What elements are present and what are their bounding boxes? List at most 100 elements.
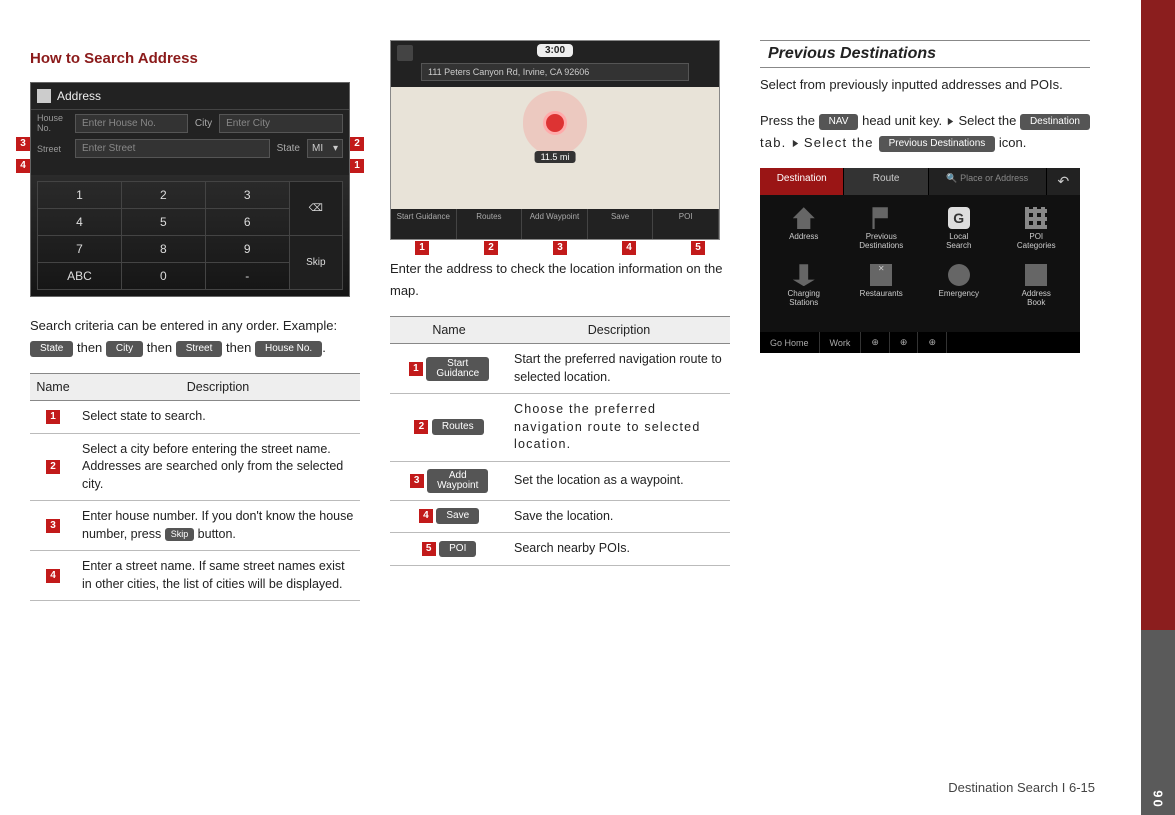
row4-num: 4 xyxy=(46,569,60,583)
home-icon xyxy=(793,207,815,229)
key-2[interactable]: 2 xyxy=(121,182,205,209)
city-input[interactable]: Enter City xyxy=(219,114,343,133)
page-footer: Destination Search I 6-15 xyxy=(948,780,1095,795)
map-address-bar: 111 Peters Canyon Rd, Irvine, CA 92606 xyxy=(421,63,689,81)
m-row5-btn: POI xyxy=(439,541,476,557)
row1-desc: Select state to search. xyxy=(76,401,360,434)
row4-desc: Enter a street name. If same street name… xyxy=(76,551,360,601)
row3-num: 3 xyxy=(46,519,60,533)
bottom-go-home[interactable]: Go Home xyxy=(760,332,820,353)
how-to-search-heading: How to Search Address xyxy=(30,50,360,67)
m-row1-num: 1 xyxy=(409,362,423,376)
row2-desc: Select a city before entering the street… xyxy=(76,433,360,501)
home-icon xyxy=(37,89,51,103)
col1-th-desc: Description xyxy=(76,374,360,401)
destination-tab-button: Destination xyxy=(1020,114,1090,130)
grid-restaurants[interactable]: ✕Restaurants xyxy=(844,258,920,313)
key-0[interactable]: 0 xyxy=(121,263,205,290)
grid-local[interactable]: GLocal Search xyxy=(921,201,997,256)
key-7[interactable]: 7 xyxy=(38,236,122,263)
map-btn-save[interactable]: Save xyxy=(588,209,654,239)
clock-display: 3:00 xyxy=(537,44,573,57)
key-skip[interactable]: Skip xyxy=(289,236,342,290)
callout-3: 3 xyxy=(16,137,30,151)
map-callout-1: 1 xyxy=(415,241,429,255)
map-preview-screenshot: 3:00 111 Peters Canyon Rd, Irvine, CA 92… xyxy=(390,40,720,240)
map-btn-poi[interactable]: POI xyxy=(653,209,719,239)
m-row4-num: 4 xyxy=(419,509,433,523)
grid-previous[interactable]: Previous Destinations xyxy=(844,201,920,256)
m-row2-btn: Routes xyxy=(432,419,484,435)
key-9[interactable]: 9 xyxy=(205,236,289,263)
key-5[interactable]: 5 xyxy=(121,209,205,236)
col2-th-desc: Description xyxy=(508,317,730,344)
street-input[interactable]: Enter Street xyxy=(75,139,270,158)
key-abc[interactable]: ABC xyxy=(38,263,122,290)
street-label: Street xyxy=(37,144,71,154)
m-row5-desc: Search nearby POIs. xyxy=(508,533,730,566)
grid-icon xyxy=(1025,207,1047,229)
back-button[interactable]: ↶ xyxy=(1047,168,1080,195)
skip-button-ref: Skip xyxy=(165,528,195,541)
map-btn-waypoint[interactable]: Add Waypoint xyxy=(522,209,588,239)
map-callout-4: 4 xyxy=(622,241,636,255)
m-row3-desc: Set the location as a waypoint. xyxy=(508,461,730,500)
key-6[interactable]: 6 xyxy=(205,209,289,236)
search-order-intro: Search criteria can be entered in any or… xyxy=(30,315,360,359)
search-field[interactable]: 🔍 Place or Address xyxy=(929,168,1046,195)
m-row4-btn: Save xyxy=(436,508,479,524)
grid-charging[interactable]: Charging Stations xyxy=(766,258,842,313)
key-1[interactable]: 1 xyxy=(38,182,122,209)
map-btn-start[interactable]: Start Guidance xyxy=(391,209,457,239)
grid-poi[interactable]: POI Categories xyxy=(999,201,1075,256)
col2-th-name: Name xyxy=(390,317,508,344)
row2-num: 2 xyxy=(46,460,60,474)
distance-badge: 11.5 mi xyxy=(535,151,576,163)
row1-num: 1 xyxy=(46,410,60,424)
map-caption: Enter the address to check the location … xyxy=(390,258,730,302)
address-header-label: Address xyxy=(57,89,101,103)
tab-destination[interactable]: Destination xyxy=(760,168,843,195)
flag-icon xyxy=(870,207,892,229)
arrow-icon-2 xyxy=(791,139,800,148)
m-row1-desc: Start the preferred navigation route to … xyxy=(508,344,730,394)
map-btn-routes[interactable]: Routes xyxy=(457,209,523,239)
example-city-button: City xyxy=(106,341,143,357)
bottom-add-3[interactable]: ⊕ xyxy=(918,332,947,353)
key-4[interactable]: 4 xyxy=(38,209,122,236)
prev-dest-intro: Select from previously inputted addresse… xyxy=(760,74,1090,96)
destination-menu-screenshot: Destination Route 🔍 Place or Address ↶ A… xyxy=(760,168,1080,353)
key-dash[interactable]: - xyxy=(205,263,289,290)
tab-route[interactable]: Route xyxy=(844,168,927,195)
address-entry-screenshot: 3 4 2 1 Address House No. Enter House No… xyxy=(30,82,350,297)
numeric-keypad: 1 2 3 ⌫ 4 5 6 7 8 9 Skip xyxy=(31,175,349,296)
grid-address[interactable]: Address xyxy=(766,201,842,256)
callout-4: 4 xyxy=(16,159,30,173)
fork-knife-icon: ✕ xyxy=(870,264,892,286)
address-fields-table: Name Description 1 Select state to searc… xyxy=(30,373,360,601)
example-state-button: State xyxy=(30,341,73,357)
phone-icon xyxy=(948,264,970,286)
bottom-work[interactable]: Work xyxy=(820,332,862,353)
bottom-add-2[interactable]: ⊕ xyxy=(890,332,919,353)
grid-emergency[interactable]: Emergency xyxy=(921,258,997,313)
example-street-button: Street xyxy=(176,341,223,357)
callout-1: 1 xyxy=(350,159,364,173)
key-backspace[interactable]: ⌫ xyxy=(289,182,342,236)
m-row2-num: 2 xyxy=(414,420,428,434)
callout-2: 2 xyxy=(350,137,364,151)
house-no-input[interactable]: Enter House No. xyxy=(75,114,188,133)
key-8[interactable]: 8 xyxy=(121,236,205,263)
state-value: MI xyxy=(312,143,323,154)
m-row1-btn: Start Guidance xyxy=(426,357,489,381)
grid-addressbook[interactable]: Address Book xyxy=(999,258,1075,313)
chapter-number: 06 xyxy=(1151,788,1166,806)
map-home-icon xyxy=(397,45,413,61)
bottom-add-1[interactable]: ⊕ xyxy=(861,332,890,353)
state-dropdown[interactable]: MI ▾ xyxy=(307,139,343,158)
map-callout-2: 2 xyxy=(484,241,498,255)
prev-dest-steps: Press the NAV head unit key. Select the … xyxy=(760,110,1090,154)
m-row5-num: 5 xyxy=(422,542,436,556)
key-3[interactable]: 3 xyxy=(205,182,289,209)
col1-th-name: Name xyxy=(30,374,76,401)
